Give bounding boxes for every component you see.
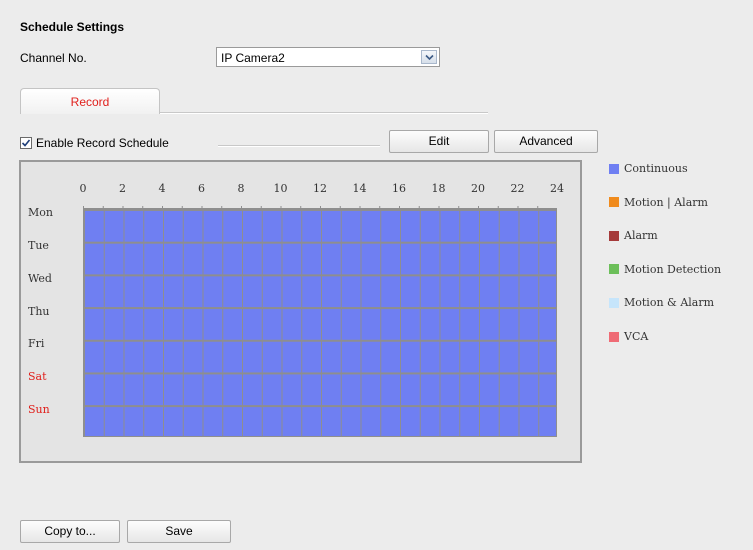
chevron-down-icon[interactable] bbox=[421, 50, 437, 64]
legend-swatch bbox=[609, 264, 619, 275]
legend-swatch bbox=[609, 163, 619, 174]
day-label: Sat bbox=[28, 369, 47, 383]
enable-record-schedule-checkbox[interactable] bbox=[20, 137, 32, 149]
checkmark-icon bbox=[21, 139, 31, 147]
hour-label: 6 bbox=[198, 182, 205, 195]
hour-label: 10 bbox=[273, 182, 288, 195]
channel-select-value: IP Camera2 bbox=[221, 51, 285, 65]
legend-item: VCA bbox=[609, 330, 648, 343]
day-label: Fri bbox=[28, 337, 45, 351]
legend-item: Motion & Alarm bbox=[609, 296, 714, 309]
schedule-grid[interactable] bbox=[83, 208, 557, 437]
hour-label: 24 bbox=[550, 182, 564, 195]
divider bbox=[218, 145, 380, 147]
day-label: Tue bbox=[28, 239, 49, 253]
hour-label: 8 bbox=[237, 182, 245, 195]
hour-label: 16 bbox=[392, 182, 406, 195]
hour-label: 22 bbox=[510, 182, 525, 195]
legend-label: VCA bbox=[624, 330, 649, 343]
legend-swatch bbox=[609, 297, 619, 308]
page-title: Schedule Settings bbox=[20, 20, 125, 34]
save-button[interactable]: Save bbox=[127, 520, 231, 543]
legend-label: Continuous bbox=[624, 162, 688, 175]
tab-underline bbox=[160, 112, 488, 114]
advanced-button[interactable]: Advanced bbox=[494, 130, 598, 153]
hour-label: 14 bbox=[352, 182, 367, 195]
copy-to-button[interactable]: Copy to... bbox=[20, 520, 120, 543]
channel-select[interactable]: IP Camera2 bbox=[216, 47, 440, 67]
tab-record[interactable]: Record bbox=[20, 88, 160, 114]
legend-label: Alarm bbox=[624, 229, 658, 243]
hour-label: 18 bbox=[431, 182, 446, 195]
legend-item: Motion Detection bbox=[609, 263, 721, 276]
legend-item: Alarm bbox=[609, 229, 658, 242]
legend-label: Motion & Alarm bbox=[624, 296, 715, 310]
channel-label: Channel No. bbox=[20, 51, 87, 65]
hour-label: 12 bbox=[313, 182, 327, 195]
edit-button[interactable]: Edit bbox=[389, 130, 489, 153]
legend-swatch bbox=[609, 197, 619, 208]
legend-label: Motion | Alarm bbox=[624, 195, 708, 209]
day-label: Thu bbox=[28, 304, 50, 318]
day-label: Sun bbox=[28, 402, 50, 416]
hour-label: 2 bbox=[119, 182, 126, 195]
schedule-panel: 0 2 4 6 8 10 12 14 16 18 20 22 24 Mon Tue Wed Thu Fri Sat… bbox=[19, 160, 582, 463]
legend-item: Continuous bbox=[609, 162, 688, 175]
enable-record-schedule-label: Enable Record Schedule bbox=[36, 136, 169, 150]
legend-swatch bbox=[609, 230, 619, 241]
legend-item: Motion | Alarm bbox=[609, 196, 708, 209]
enable-record-schedule[interactable]: Enable Record Schedule bbox=[20, 135, 169, 151]
day-label: Wed bbox=[28, 271, 52, 285]
hour-label: 20 bbox=[471, 182, 485, 195]
day-label: Mon bbox=[28, 206, 53, 220]
hour-label: 4 bbox=[158, 182, 166, 195]
legend-swatch bbox=[609, 331, 619, 342]
legend-label: Motion Detection bbox=[624, 262, 722, 276]
hour-label: 0 bbox=[79, 182, 87, 195]
